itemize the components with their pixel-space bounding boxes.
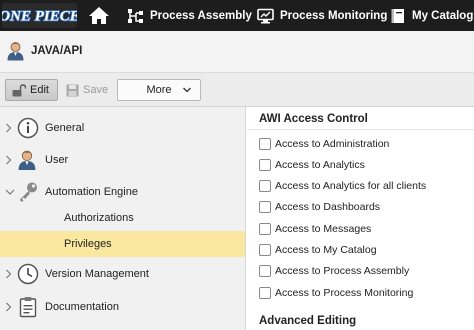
chevron-right-icon[interactable] [5,123,12,133]
key-icon [19,182,37,202]
section-divider [247,129,474,130]
sidebar-item-documentation-label: Documentation [45,301,119,313]
nav-process-assembly-label: Process Assembly [150,9,252,22]
edit-button-label: Edit [30,84,49,96]
checkbox-label: Access to Messages [275,223,372,235]
checkbox-label: Access to Process Monitoring [275,287,414,299]
unlock-icon [12,83,26,96]
privilege-checkbox-row[interactable]: Access to Administration [259,136,389,152]
section-title-awi-access-control: AWI Access Control [259,113,368,125]
edit-button[interactable]: Edit [5,79,58,101]
user-icon [7,42,24,61]
nav-process-assembly[interactable]: Process Assembly [127,0,252,31]
object-header: JAVA/API [0,31,474,73]
chevron-right-icon[interactable] [5,155,12,165]
save-button-label: Save [83,84,109,96]
chevron-right-icon[interactable] [5,302,12,312]
privilege-checkbox-row[interactable]: Access to Dashboards [259,199,380,215]
sidebar-item-automation-engine[interactable]: Automation Engine [0,176,246,208]
app-logo[interactable]: ONE PIECE [2,3,77,28]
nav-my-catalog[interactable]: My Catalog [390,0,473,31]
privilege-checkbox-row[interactable]: Access to My Catalog [259,242,377,258]
save-icon [66,84,79,96]
chevron-down-icon[interactable] [5,188,15,196]
top-nav-bar: ONE PIECE Process Assembly Process Monit… [0,0,474,31]
object-sidebar: General User Automation Engine Authoriza… [0,107,246,330]
info-icon [17,117,39,139]
privilege-checkbox-row[interactable]: Access to Process Assembly [259,263,409,279]
sidebar-item-documentation[interactable]: Documentation [0,291,246,323]
sidebar-item-user-label: User [45,154,69,166]
privilege-checkbox-row[interactable]: Access to Analytics [259,157,365,173]
checkbox-label: Access to Dashboards [275,201,381,213]
user-icon [18,150,36,170]
section-title-advanced-editing: Advanced Editing [259,315,357,327]
chevron-right-icon[interactable] [5,269,12,279]
checkbox[interactable] [259,138,271,150]
checkbox[interactable] [259,287,271,299]
privileges-panel: AWI Access Control Access to Administrat… [247,107,474,330]
checkbox-label: Access to Administration [275,138,390,150]
sidebar-item-version-management[interactable]: Version Management [0,258,246,290]
home-icon[interactable] [88,5,110,26]
checkbox[interactable] [259,223,271,235]
more-dropdown[interactable]: More [117,79,201,101]
sidebar-item-version-management-label: Version Management [45,268,149,280]
checkbox-label: Access to Analytics for all clients [275,180,427,192]
sidebar-item-automation-engine-label: Automation Engine [45,186,138,198]
sidebar-item-general-label: General [45,122,85,134]
clock-icon [17,263,39,285]
document-clipboard-icon [19,297,37,318]
checkbox-label: Access to Analytics [275,159,365,171]
nav-process-monitoring-label: Process Monitoring [280,9,388,22]
checkbox[interactable] [259,265,271,277]
checkbox[interactable] [259,201,271,213]
object-toolbar: Edit Save More [0,73,474,107]
checkbox[interactable] [259,244,271,256]
checkbox[interactable] [259,180,271,192]
checkbox-label: Access to My Catalog [275,244,377,256]
monitor-icon [257,8,274,23]
checkbox[interactable] [259,159,271,171]
sidebar-item-general[interactable]: General [0,112,246,144]
object-title: JAVA/API [31,45,83,57]
privilege-checkbox-row[interactable]: Access to Messages [259,221,371,237]
process-assembly-icon [128,8,143,23]
sidebar-subitem-authorizations[interactable]: Authorizations [0,205,245,231]
nav-process-monitoring[interactable]: Process Monitoring [257,0,387,31]
nav-my-catalog-label: My Catalog [412,9,474,22]
sidebar-subitem-privileges-label: Privileges [64,238,112,250]
privilege-checkbox-row[interactable]: Access to Analytics for all clients [259,178,426,194]
sidebar-item-user[interactable]: User [0,144,246,176]
sidebar-subitem-privileges[interactable]: Privileges [0,231,245,257]
chevron-down-icon [183,87,191,93]
more-dropdown-label: More [146,84,172,96]
save-button[interactable]: Save [66,79,108,101]
catalog-book-icon [391,8,404,23]
privilege-checkbox-row[interactable]: Access to Process Monitoring [259,285,413,301]
logo-text: ONE PIECE [2,9,77,25]
sidebar-subitem-authorizations-label: Authorizations [64,212,134,224]
checkbox-label: Access to Process Assembly [275,265,410,277]
